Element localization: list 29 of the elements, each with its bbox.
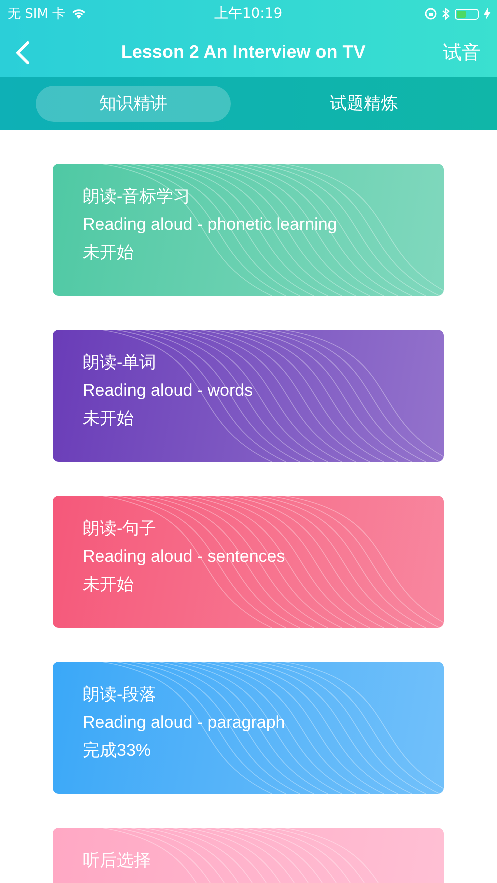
lesson-card[interactable]: 朗读-音标学习 Reading aloud - phonetic learning 未开始 xyxy=(53,164,444,296)
card-title: 朗读-段落 xyxy=(83,684,157,706)
card-status: 完成33% xyxy=(83,740,152,762)
card-title: 朗读-句子 xyxy=(83,518,157,540)
tab[interactable]: 试题精炼 xyxy=(266,86,461,122)
card-status: 未开始 xyxy=(83,574,134,596)
lesson-card[interactable]: 朗读-句子 Reading aloud - sentences 未开始 xyxy=(53,496,444,628)
card-subtitle: Reading aloud - phonetic learning xyxy=(83,214,338,236)
card-status: 未开始 xyxy=(83,242,134,264)
card-subtitle: Reading aloud - words xyxy=(83,380,254,402)
card-title: 朗读-音标学习 xyxy=(83,186,191,208)
lesson-card[interactable]: 听后选择 xyxy=(53,828,444,883)
wifi-icon xyxy=(70,8,87,20)
clock-time: 上午10:19 xyxy=(214,5,283,23)
lesson-card[interactable]: 朗读-段落 Reading aloud - paragraph 完成33% xyxy=(53,662,444,794)
card-title: 听后选择 xyxy=(83,850,151,872)
charging-icon xyxy=(484,8,491,20)
battery-icon xyxy=(455,8,479,20)
tab[interactable]: 知识精讲 xyxy=(36,86,230,122)
audition-button[interactable]: 试音 xyxy=(443,40,481,66)
card-subtitle: Reading aloud - sentences xyxy=(83,546,286,568)
lesson-title: Lesson 2 An Interview on TV xyxy=(121,42,366,63)
carrier-text: 无 SIM 卡 xyxy=(8,6,66,23)
card-title: 朗读-单词 xyxy=(83,352,157,374)
lesson-card[interactable]: 朗读-单词 Reading aloud - words 未开始 xyxy=(53,330,444,462)
card-subtitle: Reading aloud - paragraph xyxy=(83,712,286,734)
bluetooth-icon xyxy=(442,8,450,20)
back-icon[interactable] xyxy=(16,40,30,64)
card-status: 未开始 xyxy=(83,408,134,430)
